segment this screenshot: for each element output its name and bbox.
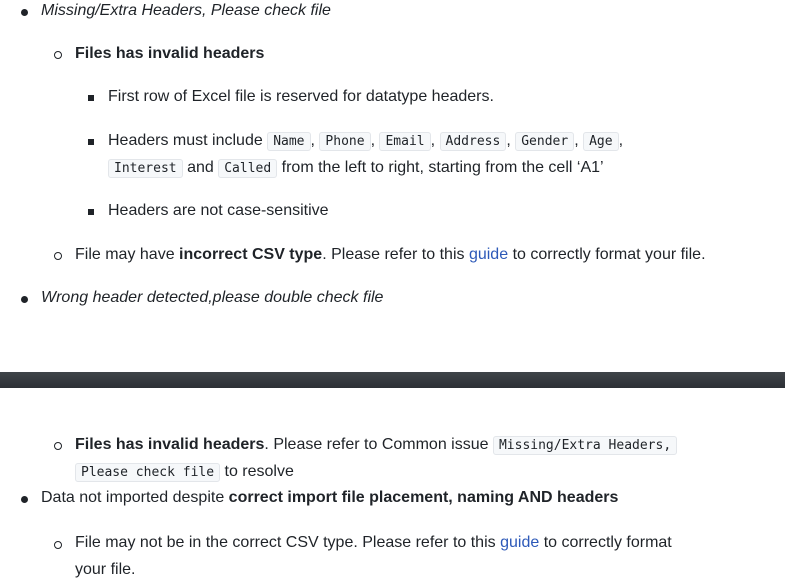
- issue-data-not-imported: Data not imported despite correct import…: [41, 489, 619, 506]
- subissue-incorrect-csv: File may have incorrect CSV type. Please…: [75, 246, 706, 263]
- issue-title-missing-headers: Missing/Extra Headers, Please check file: [41, 2, 331, 19]
- subissue-csv-type-line2: your file.: [75, 561, 136, 578]
- code-name: Name: [267, 132, 311, 151]
- code-gender: Gender: [515, 132, 575, 151]
- bullet-circle: [54, 252, 62, 260]
- issue-title-wrong-header: Wrong header detected,please double chec…: [41, 289, 384, 306]
- subissue-invalid-headers: Files has invalid headers: [75, 45, 265, 62]
- point-headers-line2: Interest and Called from the left to rig…: [108, 159, 604, 178]
- code-interest: Interest: [108, 159, 183, 178]
- bullet-circle: [54, 51, 62, 59]
- subissue-invalid-headers-ref-line2: Please check file to resolve: [75, 463, 294, 482]
- code-missing-extra-headers: Missing/Extra Headers,: [492, 436, 678, 455]
- code-address: Address: [439, 132, 507, 151]
- point-first-row: First row of Excel file is reserved for …: [108, 88, 494, 105]
- subissue-csv-type: File may not be in the correct CSV type.…: [75, 534, 672, 551]
- code-email: Email: [379, 132, 431, 151]
- bullet-circle: [54, 541, 62, 549]
- code-please-check-file: Please check file: [75, 463, 221, 482]
- code-age: Age: [583, 132, 619, 151]
- guide-link[interactable]: guide: [500, 534, 539, 551]
- section-divider: [0, 372, 785, 388]
- code-called: Called: [218, 159, 278, 178]
- bullet-square: [88, 95, 94, 101]
- guide-link[interactable]: guide: [469, 246, 508, 263]
- bullet-square: [88, 209, 94, 215]
- point-headers-must-include: Headers must include Name, Phone, Email,…: [108, 132, 624, 151]
- bullet-disc: [21, 296, 28, 303]
- bullet-circle: [54, 442, 62, 450]
- bullet-disc: [21, 9, 28, 16]
- subissue-invalid-headers-ref: Files has invalid headers. Please refer …: [75, 436, 678, 455]
- code-phone: Phone: [319, 132, 371, 151]
- point-case-insensitive: Headers are not case-sensitive: [108, 202, 329, 219]
- bullet-square: [88, 139, 94, 145]
- bullet-disc: [21, 496, 28, 503]
